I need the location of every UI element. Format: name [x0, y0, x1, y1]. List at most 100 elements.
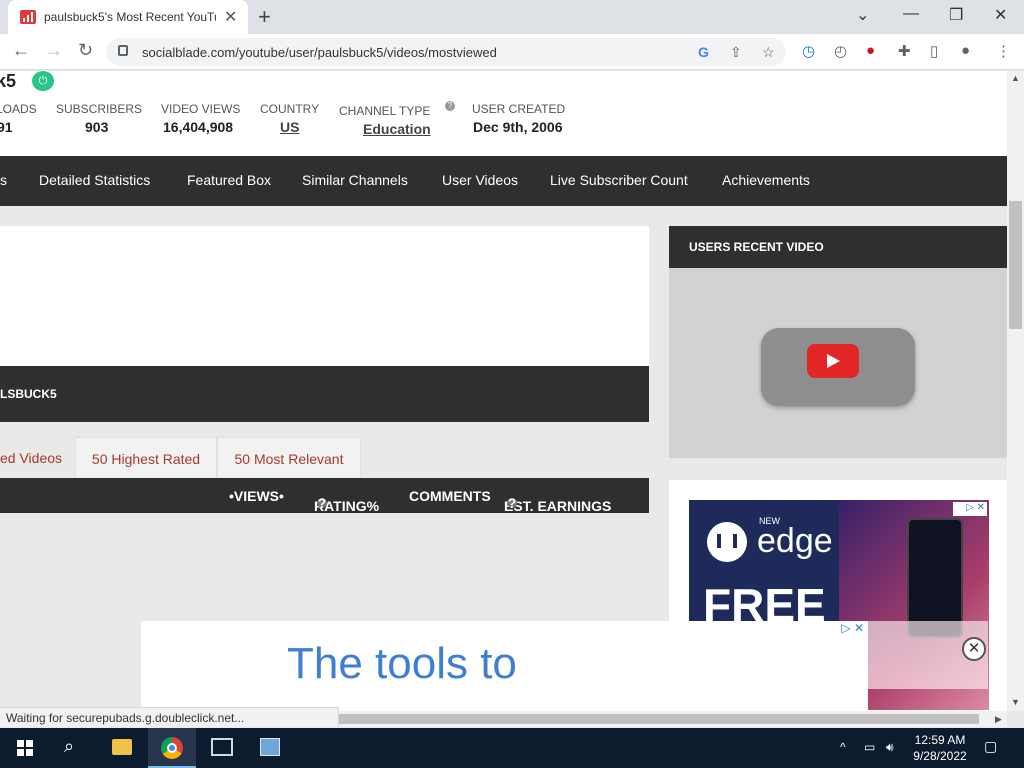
close-ad-icon[interactable]: ✕ [962, 637, 986, 661]
side-panel-icon[interactable]: ▯ [930, 42, 938, 60]
column-views[interactable]: •VIEWS• [229, 488, 284, 504]
tab-search-chevron-icon[interactable]: ⌄ [856, 5, 869, 25]
youtube-play-button-icon[interactable] [761, 328, 915, 406]
bottom-banner-ad[interactable]: The tools to ▷ ✕ [141, 621, 868, 711]
tab-close-icon[interactable]: ✕ [224, 7, 237, 27]
scroll-down-icon[interactable]: ▼ [1011, 697, 1020, 707]
nav-item-similar-channels[interactable]: Similar Channels [302, 172, 408, 188]
adchoices-icon[interactable]: ▷ ✕ [953, 502, 987, 516]
history-extension-icon[interactable]: ◷ [802, 42, 815, 60]
scroll-up-icon[interactable]: ▲ [1011, 73, 1020, 83]
history-icon[interactable]: ◴ [834, 42, 847, 60]
browser-tab[interactable]: paulsbuck5's Most Recent YouTu ✕ [8, 0, 248, 34]
folder-icon [112, 739, 132, 755]
play-triangle-icon [827, 354, 840, 368]
taskbar-search-button[interactable]: ⌕ [48, 728, 96, 768]
reload-icon[interactable]: ↻ [78, 40, 93, 61]
help-icon[interactable]: ? [317, 496, 327, 510]
tray-chevron-icon[interactable]: ^ [840, 740, 846, 754]
tab-most-relevant[interactable]: 50 Most Relevant [217, 437, 361, 477]
scroll-right-icon[interactable]: ▶ [995, 714, 1002, 725]
menu-kebab-icon[interactable]: ⋮ [996, 42, 1011, 60]
minimize-icon[interactable]: — [903, 5, 919, 23]
play-button-red [807, 344, 859, 378]
tab-title: paulsbuck5's Most Recent YouTu [44, 10, 216, 24]
videos-table-header: •VIEWS• RATING%? COMMENTS EST. EARNINGS? [0, 478, 649, 514]
nav-item-user-videos[interactable]: User Videos [442, 172, 518, 188]
tab-highest-rated[interactable]: 50 Highest Rated [75, 437, 217, 477]
close-window-icon[interactable]: ✕ [994, 5, 1007, 25]
window-app-icon [211, 738, 233, 756]
nav-item-partial[interactable]: s [0, 172, 7, 188]
tab-most-viewed-videos[interactable]: ed Videos [0, 437, 66, 477]
restore-icon[interactable]: ❐ [949, 5, 963, 25]
column-est-earnings-label: EST. EARNINGS [504, 498, 612, 514]
help-icon[interactable]: ? [445, 101, 455, 111]
horizontal-scroll-thumb[interactable] [339, 714, 979, 724]
control-panel-icon [260, 738, 280, 756]
nav-item-achievements[interactable]: Achievements [722, 172, 810, 188]
nav-item-featured-box[interactable]: Featured Box [187, 172, 271, 188]
nav-item-detailed-statistics[interactable]: Detailed Statistics [39, 172, 150, 188]
socialblade-favicon-icon [20, 10, 36, 24]
clock-time: 12:59 AM [914, 733, 966, 747]
share-icon[interactable]: ⇪ [730, 44, 742, 61]
recent-video-title: USERS RECENT VIDEO [689, 240, 824, 254]
channel-profile-header: k5 ⏻ LOADS 91 SUBSCRIBERS 903 VIDEO VIEW… [0, 71, 1007, 156]
taskbar-chrome[interactable] [148, 728, 196, 768]
recent-video-player[interactable] [669, 268, 1007, 458]
vertical-scrollbar[interactable]: ▲ ▼ [1007, 71, 1024, 711]
back-icon[interactable]: ← [12, 40, 30, 61]
taskbar-file-explorer[interactable] [98, 728, 146, 768]
windows-logo-icon [17, 740, 33, 756]
start-button[interactable] [0, 728, 48, 768]
stat-label-uploads: LOADS [0, 102, 37, 116]
channel-type-label-text: CHANNEL TYPE [339, 104, 431, 118]
notifications-icon[interactable]: ▢ [984, 738, 997, 755]
url-text[interactable]: socialblade.com/youtube/user/paulsbuck5/… [142, 45, 497, 60]
vertical-scroll-thumb[interactable] [1009, 201, 1022, 329]
motorola-logo-icon [707, 522, 747, 562]
column-comments[interactable]: COMMENTS [409, 488, 491, 504]
stat-label-country: COUNTRY [260, 102, 320, 116]
status-text: Waiting for securepubads.g.doubleclick.n… [6, 711, 245, 725]
extension-record-icon[interactable]: ● [866, 42, 875, 59]
horizontal-scrollbar[interactable]: ▶ [339, 711, 1007, 727]
channel-username: k5 [0, 71, 17, 91]
stat-label-channel-type: CHANNEL TYPE [339, 104, 430, 118]
stat-value-video-views: 16,404,908 [163, 119, 234, 135]
recent-video-header: USERS RECENT VIDEO [669, 226, 1007, 268]
stat-value-subscribers: 903 [85, 119, 109, 135]
videos-section-title: LSBUCK5 [0, 387, 57, 401]
channel-nav-bar: s Detailed Statistics Featured Box Simil… [0, 156, 1007, 206]
forward-icon[interactable]: → [45, 40, 63, 61]
browser-tab-bar: paulsbuck5's Most Recent YouTu ✕ + ⌄ — ❐… [0, 0, 1024, 34]
phone-image [907, 518, 963, 638]
nav-item-live-subscriber-count[interactable]: Live Subscriber Count [550, 172, 688, 188]
channel-type-link[interactable]: Education [363, 121, 431, 137]
bookmark-star-icon[interactable]: ☆ [762, 44, 775, 61]
help-icon[interactable]: ? [507, 496, 517, 510]
stat-label-user-created: USER CREATED [472, 102, 566, 116]
extensions-puzzle-icon[interactable]: ✚ [898, 42, 911, 60]
network-icon[interactable]: ▭ [864, 740, 875, 754]
country-link[interactable]: US [280, 119, 299, 135]
new-tab-icon[interactable]: + [258, 4, 271, 30]
taskbar-clock[interactable]: 12:59 AM 9/28/2022 [910, 732, 970, 764]
address-bar[interactable]: socialblade.com/youtube/user/paulsbuck5/… [106, 38, 786, 66]
volume-icon[interactable]: 🔊︎ [886, 740, 894, 755]
clock-date: 9/28/2022 [913, 749, 967, 763]
taskbar-app-window[interactable] [198, 728, 246, 768]
bottom-ad-text: The tools to [287, 639, 517, 688]
adchoices-icon[interactable]: ▷ ✕ [841, 621, 864, 635]
stat-value-uploads: 91 [0, 119, 13, 135]
chrome-icon [161, 737, 183, 759]
lock-icon[interactable] [118, 45, 128, 56]
taskbar-control-panel[interactable] [246, 728, 294, 768]
ad-placeholder-box [0, 226, 649, 366]
stat-label-subscribers: SUBSCRIBERS [56, 102, 143, 116]
stat-value-user-created: Dec 9th, 2006 [473, 119, 563, 135]
ad-brand-text: edge [757, 522, 833, 560]
profile-avatar-icon[interactable]: ● [961, 42, 970, 59]
google-lens-icon[interactable]: G [698, 44, 709, 60]
